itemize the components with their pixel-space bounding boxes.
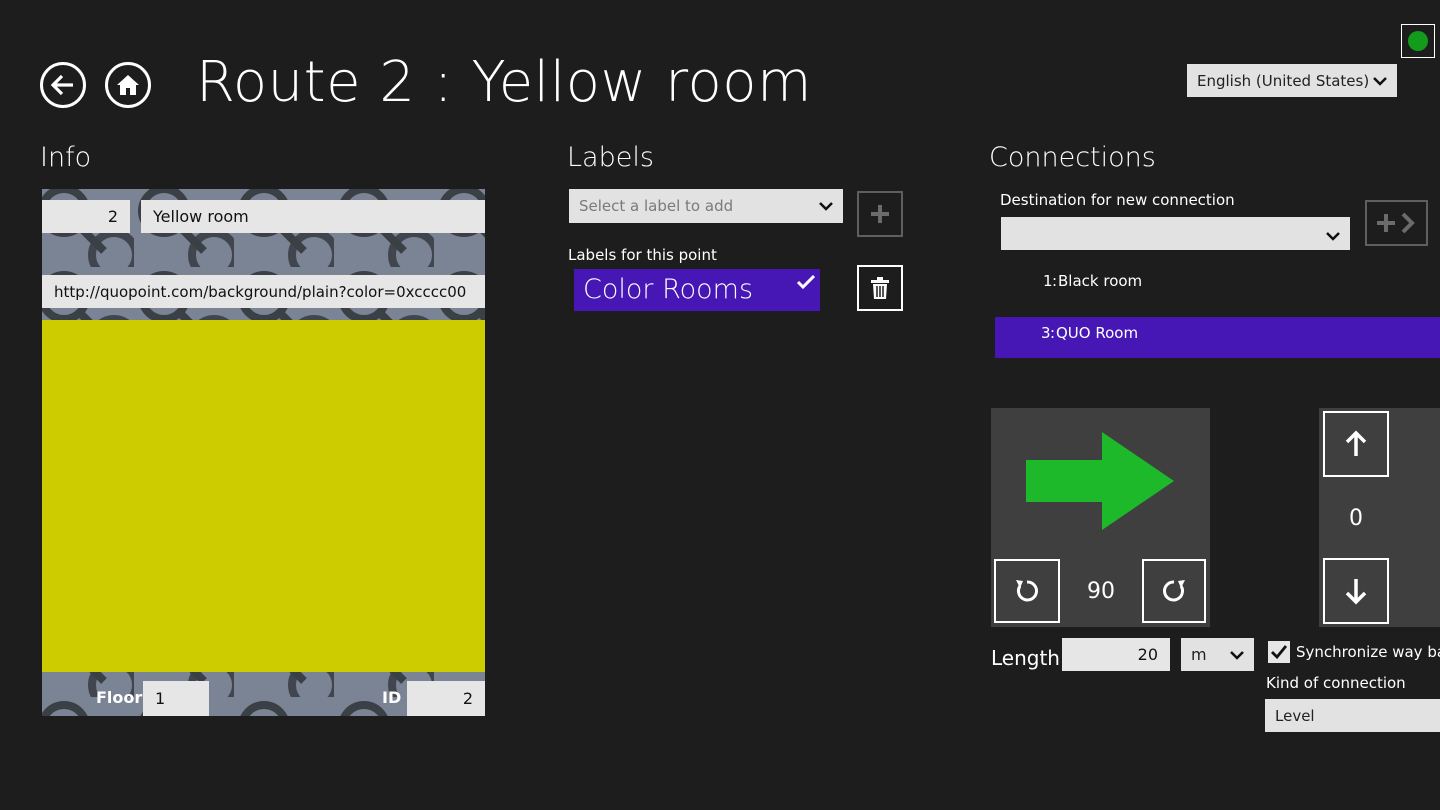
back-button[interactable] <box>40 62 86 108</box>
connection-separator: : <box>1050 324 1056 342</box>
label-select[interactable]: Select a label to add <box>569 189 843 223</box>
info-heading: Info <box>40 142 92 173</box>
label-select-placeholder: Select a label to add <box>579 197 734 215</box>
check-icon <box>1271 645 1287 659</box>
point-name-value: Yellow room <box>153 207 249 226</box>
destination-select[interactable] <box>1001 217 1350 250</box>
id-label: ID <box>382 688 402 707</box>
sync-label: Synchronize way back <box>1296 643 1440 661</box>
rotate-right-button[interactable] <box>1142 559 1206 623</box>
floor-field[interactable]: 1 <box>143 681 209 716</box>
add-label-button[interactable] <box>857 191 903 237</box>
rotate-left-icon <box>1016 580 1038 602</box>
connection-list-item[interactable]: 1 : Black room <box>995 264 1440 305</box>
trash-icon <box>871 277 889 299</box>
info-card: 2 Yellow room http://quopoint.com/backgr… <box>42 189 485 716</box>
background-url-field[interactable]: http://quopoint.com/background/plain?col… <box>42 275 485 308</box>
chevron-down-icon <box>1373 76 1387 86</box>
connection-list-item[interactable]: 3 : QUO Room <box>995 317 1440 358</box>
chevron-down-icon <box>1326 231 1340 241</box>
status-dot <box>1408 31 1428 51</box>
kind-select[interactable]: Level <box>1265 699 1440 732</box>
background-url-value: http://quopoint.com/background/plain?col… <box>54 282 467 301</box>
point-name-field[interactable]: Yellow room <box>141 200 485 233</box>
add-connection-button[interactable] <box>1365 200 1428 246</box>
length-field[interactable]: 20 <box>1062 638 1170 671</box>
level-value: 0 <box>1349 506 1363 531</box>
level-panel: 0 <box>1319 408 1440 627</box>
arrow-down-icon <box>1345 579 1367 605</box>
floor-value: 1 <box>155 689 166 708</box>
label-list-item[interactable]: Color Rooms <box>574 269 820 311</box>
delete-label-button[interactable] <box>857 265 903 311</box>
point-number-value: 2 <box>107 207 118 226</box>
language-value: English (United States) <box>1197 71 1370 90</box>
background-preview <box>42 320 485 672</box>
kind-value: Level <box>1275 706 1315 725</box>
length-value: 20 <box>1137 645 1158 664</box>
length-unit-value: m <box>1191 645 1207 664</box>
id-value: 2 <box>462 689 473 708</box>
chevron-down-icon <box>1230 650 1244 660</box>
floor-label: Floor <box>96 688 143 707</box>
label-item-text: Color Rooms <box>583 274 754 305</box>
sync-checkbox[interactable] <box>1268 641 1290 663</box>
rotate-left-button[interactable] <box>994 559 1060 623</box>
length-label: Length <box>991 646 1060 670</box>
level-down-button[interactable] <box>1323 558 1389 624</box>
length-unit-select[interactable]: m <box>1181 638 1254 671</box>
page-title: Route 2 : Yellow room <box>196 50 813 115</box>
direction-degrees: 90 <box>1087 579 1115 604</box>
arrow-left-icon <box>50 74 73 96</box>
plus-arrow-icon <box>1376 212 1415 234</box>
destination-caption: Destination for new connection <box>1000 191 1235 209</box>
check-icon <box>797 275 815 289</box>
chevron-down-icon <box>819 202 833 211</box>
home-icon <box>117 75 139 95</box>
kind-label: Kind of connection <box>1266 674 1406 692</box>
connections-heading: Connections <box>989 142 1156 173</box>
id-field[interactable]: 2 <box>407 681 485 716</box>
labels-list-caption: Labels for this point <box>568 246 717 264</box>
home-button[interactable] <box>105 62 151 108</box>
connection-name: Black room <box>1058 272 1143 290</box>
status-indicator <box>1401 24 1435 58</box>
level-up-button[interactable] <box>1323 411 1389 477</box>
direction-panel: 90 <box>991 408 1210 627</box>
point-number-field[interactable]: 2 <box>42 200 130 233</box>
arrow-up-icon <box>1345 430 1367 456</box>
language-select[interactable]: English (United States) <box>1187 64 1397 97</box>
connection-separator: : <box>1052 272 1058 290</box>
rotate-right-icon <box>1163 580 1185 602</box>
direction-arrow-icon <box>1026 432 1174 530</box>
plus-icon <box>871 205 889 223</box>
connection-name: QUO Room <box>1056 324 1139 342</box>
labels-heading: Labels <box>567 142 654 173</box>
